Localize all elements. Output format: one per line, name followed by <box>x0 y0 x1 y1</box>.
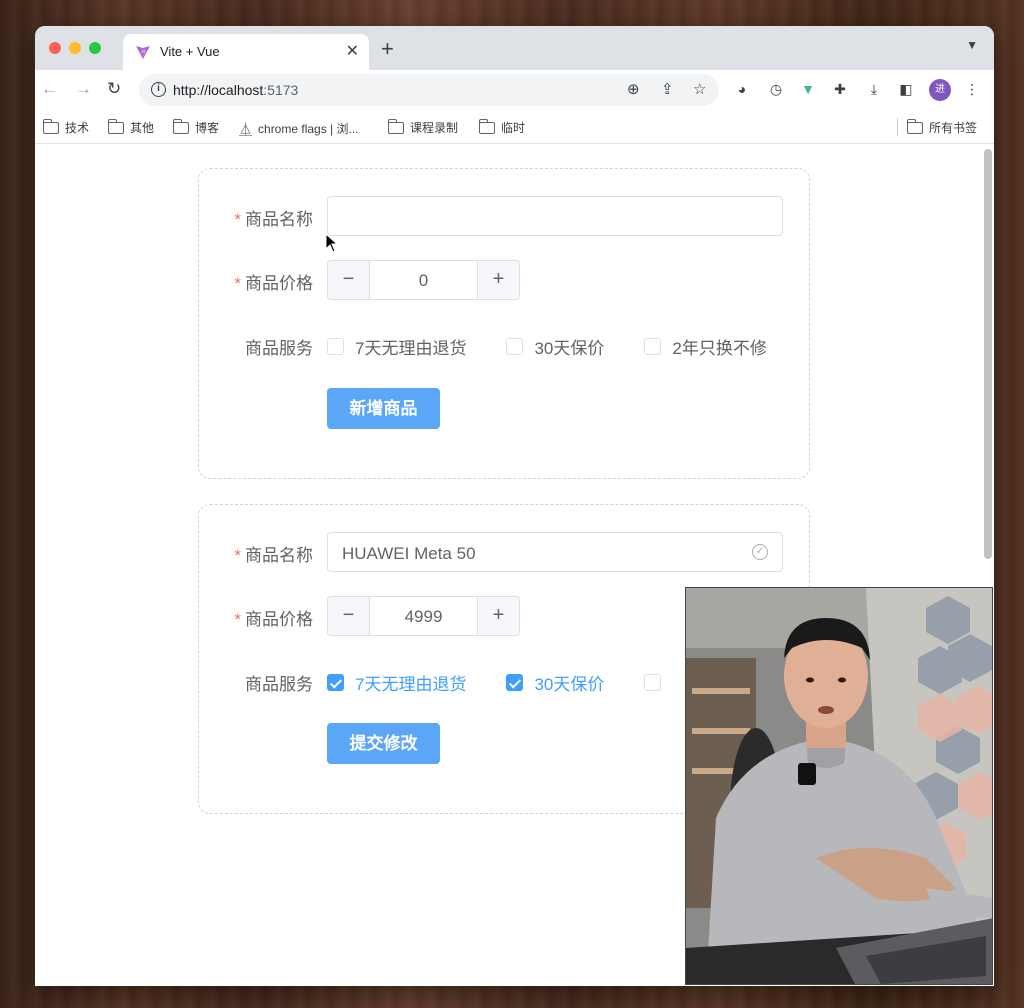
url-host: http://localhost <box>173 82 264 98</box>
webcam-video-frame <box>686 588 992 984</box>
share-icon[interactable]: ⇪ <box>661 80 674 98</box>
bookmark-folder[interactable]: 课程录制 <box>387 118 459 136</box>
address-bar[interactable]: i http://localhost:5173 ⊕ ⇪ ☆ <box>139 74 719 106</box>
product-name-input[interactable]: HUAWEI Meta 50 ✓ <box>327 532 783 572</box>
folder-icon <box>906 118 923 134</box>
new-tab-button[interactable]: + <box>381 36 394 62</box>
extension-panda-icon[interactable]: ◕ <box>733 80 751 98</box>
add-product-button[interactable]: 新增商品 <box>327 388 440 429</box>
bookmark-label: 博客 <box>195 121 220 135</box>
back-button[interactable]: ← <box>41 79 58 99</box>
folder-icon <box>478 118 495 134</box>
checkbox-box-checked[interactable] <box>327 674 344 691</box>
bookmark-folder[interactable]: 其他 <box>107 118 155 136</box>
service-field-label: 商品服务 <box>245 675 313 694</box>
zoom-icon[interactable]: ⊕ <box>627 80 640 98</box>
all-bookmarks-folder[interactable]: 所有书签 <box>906 118 978 136</box>
service-checkbox-group: 7天无理由退货 30天保价 <box>327 670 672 695</box>
flask-icon: ⏅ <box>239 122 253 137</box>
close-tab-icon[interactable]: ✕ <box>346 41 359 61</box>
product-name-input[interactable] <box>327 196 783 236</box>
bookmark-folder[interactable]: 技术 <box>42 118 90 136</box>
bookmark-label: chrome flags | 浏... <box>258 122 359 136</box>
name-field-label: * 商品名称 <box>234 210 313 229</box>
browser-toolbar: ← → ↻ i http://localhost:5173 ⊕ ⇪ ☆ ◕ ◷ … <box>35 70 994 110</box>
reload-button[interactable]: ↻ <box>107 79 121 99</box>
service-checkbox-price-protect[interactable]: 30天保价 <box>506 334 604 359</box>
presenter-webcam-overlay <box>685 587 993 985</box>
bookmarks-bar: 技术 其他 博客 ⏅ chrome flags | 浏... 课程录制 临时 所有… <box>35 110 994 144</box>
required-asterisk: * <box>234 546 241 565</box>
price-stepper[interactable]: − 4999 + <box>327 596 520 636</box>
all-bookmarks-label: 所有书签 <box>929 121 978 135</box>
required-asterisk: * <box>234 274 241 293</box>
decrease-price-button[interactable]: − <box>328 261 370 299</box>
url-text: http://localhost:5173 <box>173 82 298 98</box>
vite-logo-icon <box>136 46 150 59</box>
tab-title: Vite + Vue <box>160 44 220 59</box>
folder-icon <box>172 118 189 134</box>
bookmark-link[interactable]: ⏅ chrome flags | 浏... <box>239 119 359 138</box>
service-checkbox-return[interactable]: 7天无理由退货 <box>327 334 466 359</box>
service-field-label: 商品服务 <box>245 339 313 358</box>
side-panel-icon[interactable]: ◧ <box>897 80 915 98</box>
site-info-icon[interactable]: i <box>151 82 166 97</box>
bookmark-folder[interactable]: 临时 <box>478 118 526 136</box>
mouse-cursor-icon <box>325 233 339 253</box>
page-scrollbar[interactable] <box>984 149 992 559</box>
vue-devtools-icon[interactable]: ▼ <box>799 80 817 98</box>
service-checkbox-replace[interactable] <box>644 670 672 695</box>
increase-price-button[interactable]: + <box>477 597 519 635</box>
price-value[interactable]: 4999 <box>370 607 477 627</box>
tab-vite-vue[interactable]: Vite + Vue ✕ <box>123 34 369 70</box>
forward-button[interactable]: → <box>75 79 92 99</box>
bookmark-label: 技术 <box>65 121 90 135</box>
required-asterisk: * <box>234 210 241 229</box>
decrease-price-button[interactable]: − <box>328 597 370 635</box>
checkbox-box[interactable] <box>644 674 662 691</box>
product-name-value: HUAWEI Meta 50 <box>342 544 476 563</box>
extension-timer-icon[interactable]: ◷ <box>767 80 785 98</box>
price-value[interactable]: 0 <box>370 271 477 291</box>
valid-check-icon: ✓ <box>752 544 768 560</box>
bookmark-folder[interactable]: 博客 <box>172 118 220 136</box>
price-field-label: * 商品价格 <box>234 274 313 293</box>
tab-search-chevron-icon[interactable]: ▼ <box>966 38 978 52</box>
checkbox-box[interactable] <box>506 338 524 355</box>
service-checkbox-return[interactable]: 7天无理由退货 <box>327 670 466 695</box>
service-checkbox-price-protect[interactable]: 30天保价 <box>506 670 604 695</box>
bookmark-star-icon[interactable]: ☆ <box>693 80 706 98</box>
service-checkbox-group: 7天无理由退货 30天保价 2年只换不修 <box>327 334 767 359</box>
checkbox-box[interactable] <box>644 338 662 355</box>
bookmark-label: 临时 <box>501 121 526 135</box>
folder-icon <box>107 118 124 134</box>
checkbox-box-checked[interactable] <box>506 674 524 691</box>
folder-icon <box>387 118 404 134</box>
add-product-form: * 商品名称 * 商品价格 − 0 + 商品服务 7天无理由退货 30天保价 2年只… <box>198 168 810 479</box>
bookmarks-separator <box>897 118 898 136</box>
profile-avatar[interactable]: 进 <box>929 79 951 101</box>
maximize-window-button[interactable] <box>89 42 101 54</box>
download-icon[interactable]: ⤓ <box>865 80 883 98</box>
bookmark-label: 课程录制 <box>410 121 459 135</box>
folder-icon <box>42 118 59 134</box>
price-stepper[interactable]: − 0 + <box>327 260 520 300</box>
submit-edit-button[interactable]: 提交修改 <box>327 723 440 764</box>
minimize-window-button[interactable] <box>69 42 81 54</box>
checkbox-box[interactable] <box>327 338 344 355</box>
tab-strip: Vite + Vue ✕ + ▼ <box>35 26 994 70</box>
price-field-label: * 商品价格 <box>234 610 313 629</box>
service-checkbox-replace[interactable]: 2年只换不修 <box>644 334 767 359</box>
close-window-button[interactable] <box>49 42 61 54</box>
name-field-label: * 商品名称 <box>234 546 313 565</box>
menu-kebab-icon[interactable]: ⋮ <box>963 80 981 98</box>
bookmark-label: 其他 <box>130 121 155 135</box>
url-port: :5173 <box>263 82 299 98</box>
required-asterisk: * <box>234 610 241 629</box>
increase-price-button[interactable]: + <box>477 261 519 299</box>
extensions-puzzle-icon[interactable]: ✚ <box>831 80 849 98</box>
